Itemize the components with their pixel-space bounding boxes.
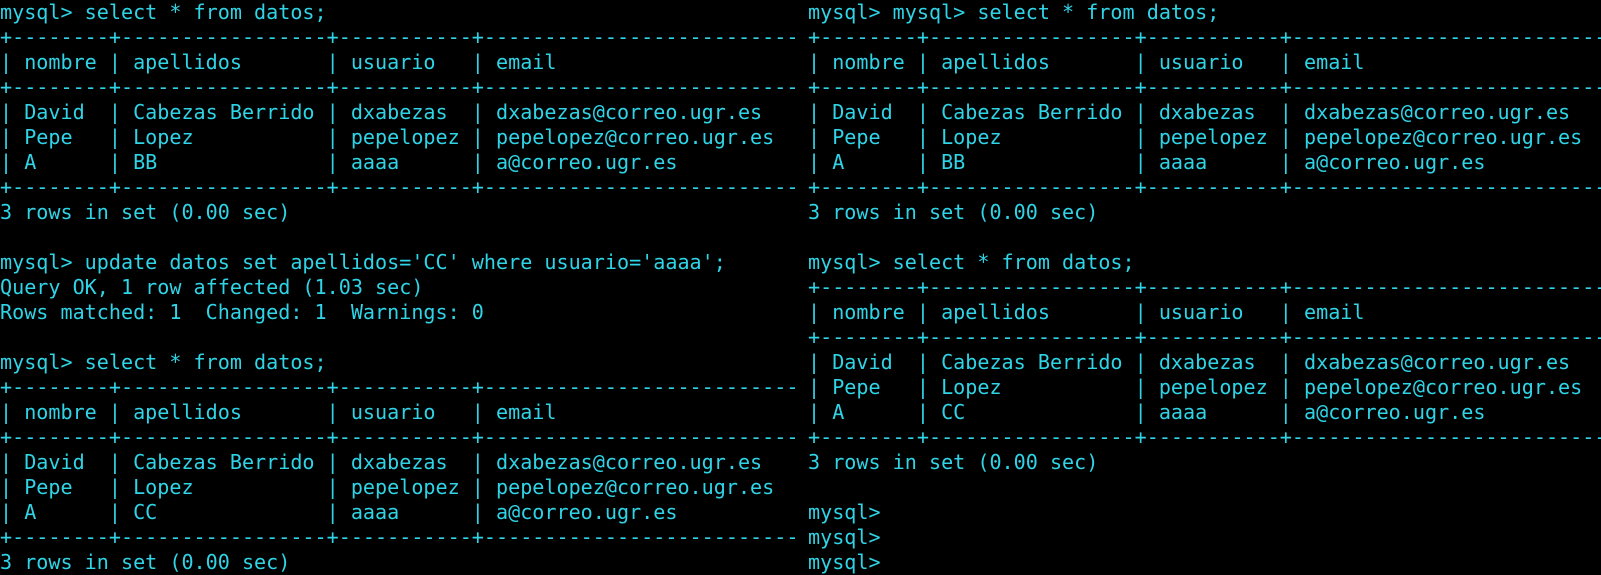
terminal-output-right: mysql> mysql> select * from datos; +----… [808, 0, 1601, 575]
terminal-line: | nombre | apellidos | usuario | email | [0, 50, 798, 74]
terminal-line: | David | Cabezas Berrido | dxabezas | d… [0, 450, 798, 474]
terminal-line: 3 rows in set (0.00 sec) [808, 450, 1099, 474]
terminal-line: mysql> update datos set apellidos='CC' w… [0, 250, 726, 274]
terminal-line: 3 rows in set (0.00 sec) [0, 550, 291, 574]
terminal-line: +--------+-----------------+-----------+… [0, 525, 798, 549]
terminal-line: | A | CC | aaaa | a@correo.ugr.es | [0, 500, 798, 524]
terminal-line: | David | Cabezas Berrido | dxabezas | d… [0, 100, 798, 124]
terminal-window: mysql> select * from datos; +--------+--… [0, 0, 1601, 575]
terminal-line: 3 rows in set (0.00 sec) [0, 200, 291, 224]
terminal-output-left: mysql> select * from datos; +--------+--… [0, 0, 798, 575]
terminal-line: +--------+-----------------+-----------+… [808, 75, 1601, 99]
terminal-line: +--------+-----------------+-----------+… [0, 75, 798, 99]
terminal-line: 3 rows in set (0.00 sec) [808, 200, 1099, 224]
terminal-line: mysql> select * from datos; [0, 0, 327, 24]
terminal-line: mysql> select * from datos; [808, 250, 1135, 274]
terminal-line: mysql> [808, 500, 893, 524]
terminal-line: mysql> [808, 550, 893, 574]
terminal-line: | nombre | apellidos | usuario | email | [0, 400, 798, 424]
terminal-pane-right[interactable]: mysql> mysql> select * from datos; +----… [808, 0, 1601, 575]
terminal-line: | Pepe | Lopez | pepelopez | pepelopez@c… [0, 475, 798, 499]
terminal-line: | Pepe | Lopez | pepelopez | pepelopez@c… [808, 375, 1601, 399]
terminal-line: mysql> select * from datos; [0, 350, 327, 374]
terminal-line: | David | Cabezas Berrido | dxabezas | d… [808, 350, 1601, 374]
terminal-line: Query OK, 1 row affected (1.03 sec) [0, 275, 424, 299]
terminal-line: +--------+-----------------+-----------+… [808, 425, 1601, 449]
terminal-line: | A | CC | aaaa | a@correo.ugr.es | [808, 400, 1601, 424]
terminal-line: +--------+-----------------+-----------+… [0, 375, 798, 399]
terminal-line: | Pepe | Lopez | pepelopez | pepelopez@c… [0, 125, 798, 149]
terminal-line: +--------+-----------------+-----------+… [808, 25, 1601, 49]
terminal-line: +--------+-----------------+-----------+… [808, 175, 1601, 199]
terminal-line: | David | Cabezas Berrido | dxabezas | d… [808, 100, 1601, 124]
terminal-line: | nombre | apellidos | usuario | email | [808, 300, 1601, 324]
terminal-pane-left[interactable]: mysql> select * from datos; +--------+--… [0, 0, 798, 575]
terminal-line: mysql> mysql> select * from datos; [808, 0, 1220, 24]
terminal-line: +--------+-----------------+-----------+… [0, 175, 798, 199]
terminal-line: | nombre | apellidos | usuario | email | [808, 50, 1601, 74]
terminal-line: | A | BB | aaaa | a@correo.ugr.es | [808, 150, 1601, 174]
terminal-line: +--------+-----------------+-----------+… [808, 325, 1601, 349]
terminal-line: +--------+-----------------+-----------+… [0, 425, 798, 449]
terminal-line: +--------+-----------------+-----------+… [0, 25, 798, 49]
terminal-line: | Pepe | Lopez | pepelopez | pepelopez@c… [808, 125, 1601, 149]
terminal-line: +--------+-----------------+-----------+… [808, 275, 1601, 299]
terminal-line: Rows matched: 1 Changed: 1 Warnings: 0 [0, 300, 484, 324]
terminal-line: | A | BB | aaaa | a@correo.ugr.es | [0, 150, 798, 174]
terminal-line: mysql> [808, 525, 893, 549]
